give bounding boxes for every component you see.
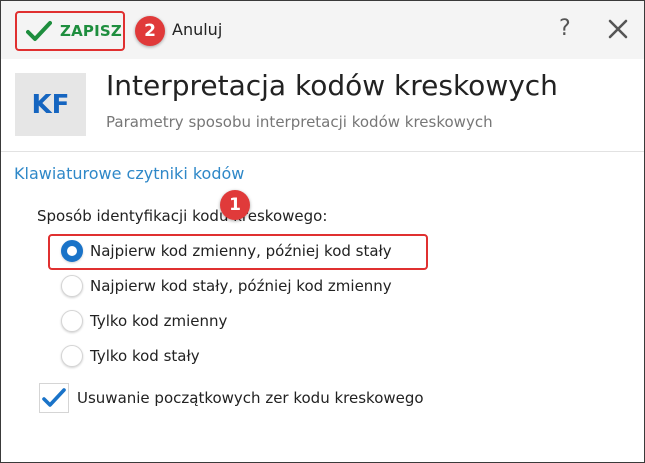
radio-unselected[interactable] bbox=[61, 345, 83, 367]
radio-label: Najpierw kod stały, później kod zmienny bbox=[90, 277, 392, 295]
toolbar: ZAPISZ 2 Anuluj ? bbox=[1, 1, 644, 59]
page-subtitle: Parametry sposobu interpretacji kodów kr… bbox=[106, 113, 493, 131]
section-title: Klawiaturowe czytniki kodów bbox=[14, 164, 245, 183]
step-badge-1: 1 bbox=[220, 190, 250, 220]
radio-label: Najpierw kod zmienny, później kod stały bbox=[90, 242, 392, 260]
cancel-button[interactable]: Anuluj bbox=[172, 20, 222, 39]
checkbox-label: Usuwanie początkowych zer kodu kreskoweg… bbox=[77, 389, 424, 407]
identification-question: Sposób identyfikacji kodu kreskowego: bbox=[37, 207, 328, 225]
checkmark-icon bbox=[42, 388, 66, 407]
save-button-label: ZAPISZ bbox=[60, 22, 122, 40]
radio-option-fixed-only[interactable]: Tylko kod stały bbox=[61, 344, 200, 368]
radio-option-variable-first[interactable]: Najpierw kod zmienny, później kod stały bbox=[61, 239, 392, 263]
save-button[interactable]: ZAPISZ bbox=[15, 11, 125, 51]
radio-label: Tylko kod stały bbox=[90, 347, 200, 365]
radio-unselected[interactable] bbox=[61, 310, 83, 332]
radio-selected[interactable] bbox=[61, 240, 83, 262]
checkmark-icon bbox=[26, 21, 52, 41]
help-icon[interactable]: ? bbox=[559, 16, 571, 41]
radio-unselected[interactable] bbox=[61, 275, 83, 297]
radio-label: Tylko kod zmienny bbox=[90, 312, 228, 330]
radio-option-variable-only[interactable]: Tylko kod zmienny bbox=[61, 309, 227, 333]
module-icon: KF bbox=[15, 73, 86, 136]
dialog-window: ZAPISZ 2 Anuluj ? KF Interpretacja kodów… bbox=[0, 0, 645, 463]
radio-option-fixed-first[interactable]: Najpierw kod stały, później kod zmienny bbox=[61, 274, 392, 298]
step-badge-2: 2 bbox=[135, 16, 165, 46]
close-icon[interactable] bbox=[607, 18, 629, 40]
remove-leading-zeros-checkbox[interactable] bbox=[39, 383, 69, 413]
page-title: Interpretacja kodów kreskowych bbox=[106, 69, 558, 102]
dialog-header: KF Interpretacja kodów kreskowych Parame… bbox=[1, 59, 644, 152]
